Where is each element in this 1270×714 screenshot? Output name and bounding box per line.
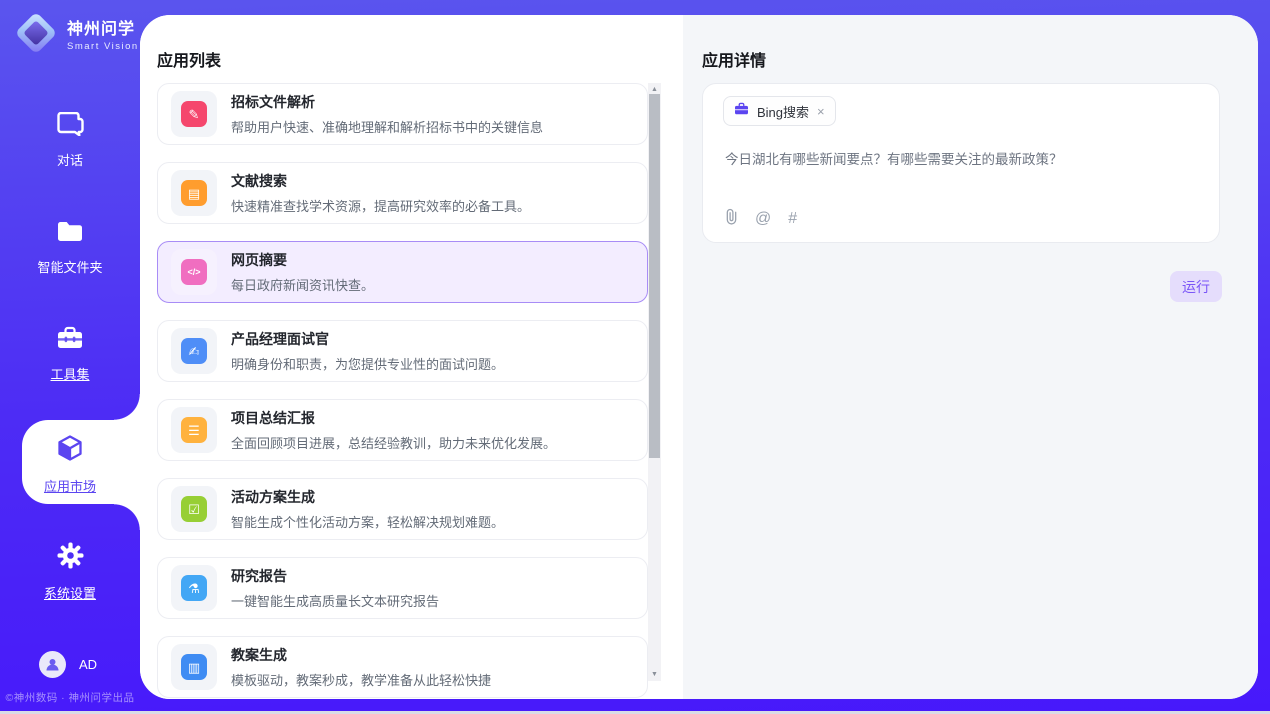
app-name: 教案生成 [231,645,491,665]
app-list-item[interactable]: ▤ 文献搜索 快速精准查找学术资源，提高研究效率的必备工具。 [157,162,648,224]
input-toolbar: @ # [725,208,797,229]
books-icon: ▥ [181,654,207,680]
app-description: 帮助用户快速、准确地理解和解析招标书中的关键信息 [231,117,543,136]
scrollbar-up-arrow[interactable]: ▲ [648,86,661,93]
gear-icon [57,542,84,574]
scrollbar-thumb[interactable] [649,94,660,458]
app-list-scrollbar[interactable]: ▲ ▼ [648,83,661,681]
person-avatar-icon [39,651,66,678]
app-logo: 神州问学 Smart Vision [16,13,139,53]
sidebar-item-label: 智能文件夹 [37,257,102,276]
app-icon-frame: ✍ [171,328,217,374]
sidebar-item-chat[interactable]: 对话 [0,112,140,169]
user-account[interactable]: AD [39,651,97,678]
app-list: ✎ 招标文件解析 帮助用户快速、准确地理解和解析招标书中的关键信息 ▤ 文献搜索… [157,83,648,699]
app-icon-frame: ☑ [171,486,217,532]
app-list-item[interactable]: ☰ 项目总结汇报 全面回顾项目进展，总结经验教训，助力未来优化发展。 [157,399,648,461]
sidebar-item-toolset[interactable]: 工具集 [0,326,140,383]
app-description: 每日政府新闻资讯快查。 [231,275,374,294]
tool-chip-label: Bing搜索 [757,102,809,121]
app-detail-title: 应用详情 [702,47,766,71]
app-name: 项目总结汇报 [231,408,556,428]
cube-icon [56,434,84,467]
flask-icon: ⚗ [181,575,207,601]
web-code-icon: </> [181,259,207,285]
app-list-title: 应用列表 [157,47,221,71]
app-icon-frame: ⚗ [171,565,217,611]
sidebar-item-label: 对话 [57,150,83,169]
app-icon-frame: ☰ [171,407,217,453]
chat-icon [57,112,84,141]
app-name: 招标文件解析 [231,92,543,112]
app-list-item[interactable]: ✎ 招标文件解析 帮助用户快速、准确地理解和解析招标书中的关键信息 [157,83,648,145]
app-icon-frame: ▥ [171,644,217,690]
app-list-item[interactable]: ✍ 产品经理面试官 明确身份和职责，为您提供专业性的面试问题。 [157,320,648,382]
app-list-item[interactable]: ⚗ 研究报告 一键智能生成高质量长文本研究报告 [157,557,648,619]
brand-subtitle: Smart Vision [67,41,139,52]
app-description: 一键智能生成高质量长文本研究报告 [231,591,439,610]
briefcase-icon [734,102,749,120]
notepad-icon: ☰ [181,417,207,443]
app-list-panel: 应用列表 ✎ 招标文件解析 帮助用户快速、准确地理解和解析招标书中的关键信息 ▤… [140,15,683,699]
scrollbar-down-arrow[interactable]: ▼ [648,671,661,678]
sidebar-item-settings[interactable]: 系统设置 [0,542,140,602]
app-description: 全面回顾项目进展，总结经验教训，助力未来优化发展。 [231,433,556,452]
mention-icon[interactable]: @ [755,211,771,227]
user-initials: AD [79,657,97,672]
app-description: 明确身份和职责，为您提供专业性的面试问题。 [231,354,504,373]
brand-name: 神州问学 [67,15,139,39]
app-icon-frame: ▤ [171,170,217,216]
edit-document-icon: ✎ [181,101,207,127]
interviewer-icon: ✍ [181,338,207,364]
toolbox-icon [56,326,84,355]
sidebar-item-app-market[interactable]: 应用市场 [0,434,140,495]
close-icon[interactable]: × [817,105,825,118]
copyright-footer: ©神州数码 · 神州问学出品 [0,690,140,705]
sidebar-item-label: 工具集 [50,364,89,383]
app-list-item[interactable]: ▥ 教案生成 模板驱动，教案秒成，教学准备从此轻松快捷 [157,636,648,698]
app-icon-frame: ✎ [171,91,217,137]
tool-chip-bing-search[interactable]: Bing搜索 × [723,96,836,126]
clipboard-check-icon: ☑ [181,496,207,522]
run-button[interactable]: 运行 [1170,271,1222,302]
query-text-input[interactable]: 今日湖北有哪些新闻要点？有哪些需要关注的最新政策？ [725,150,1193,170]
prompt-input-card[interactable]: Bing搜索 × 今日湖北有哪些新闻要点？有哪些需要关注的最新政策？ @ # [702,83,1220,243]
paperclip-icon[interactable] [725,208,738,229]
sidebar-item-label: 系统设置 [44,583,96,602]
sidebar-item-label: 应用市场 [44,476,96,495]
app-description: 快速精准查找学术资源，提高研究效率的必备工具。 [231,196,530,215]
sidebar: 神州问学 Smart Vision 对话 智能文件夹 工具集 应用市场 系统设置 [0,0,140,714]
folder-icon [56,220,84,248]
sidebar-item-smart-folder[interactable]: 智能文件夹 [0,220,140,276]
app-icon-frame: </> [171,249,217,295]
hash-icon[interactable]: # [788,211,797,227]
brand-diamond-icon [15,12,57,54]
content-wrapper: 应用列表 ✎ 招标文件解析 帮助用户快速、准确地理解和解析招标书中的关键信息 ▤… [140,15,1258,699]
app-list-item[interactable]: </> 网页摘要 每日政府新闻资讯快查。 [157,241,648,303]
book-icon: ▤ [181,180,207,206]
app-detail-panel: 应用详情 Bing搜索 × 今日湖北有哪些新闻要点？有哪些需要关注的最新政策？ … [683,15,1258,699]
app-name: 文献搜索 [231,171,530,191]
app-description: 智能生成个性化活动方案，轻松解决规划难题。 [231,512,504,531]
app-name: 网页摘要 [231,250,374,270]
app-name: 研究报告 [231,566,439,586]
app-description: 模板驱动，教案秒成，教学准备从此轻松快捷 [231,670,491,689]
app-name: 活动方案生成 [231,487,504,507]
app-list-item[interactable]: ☑ 活动方案生成 智能生成个性化活动方案，轻松解决规划难题。 [157,478,648,540]
app-name: 产品经理面试官 [231,329,504,349]
